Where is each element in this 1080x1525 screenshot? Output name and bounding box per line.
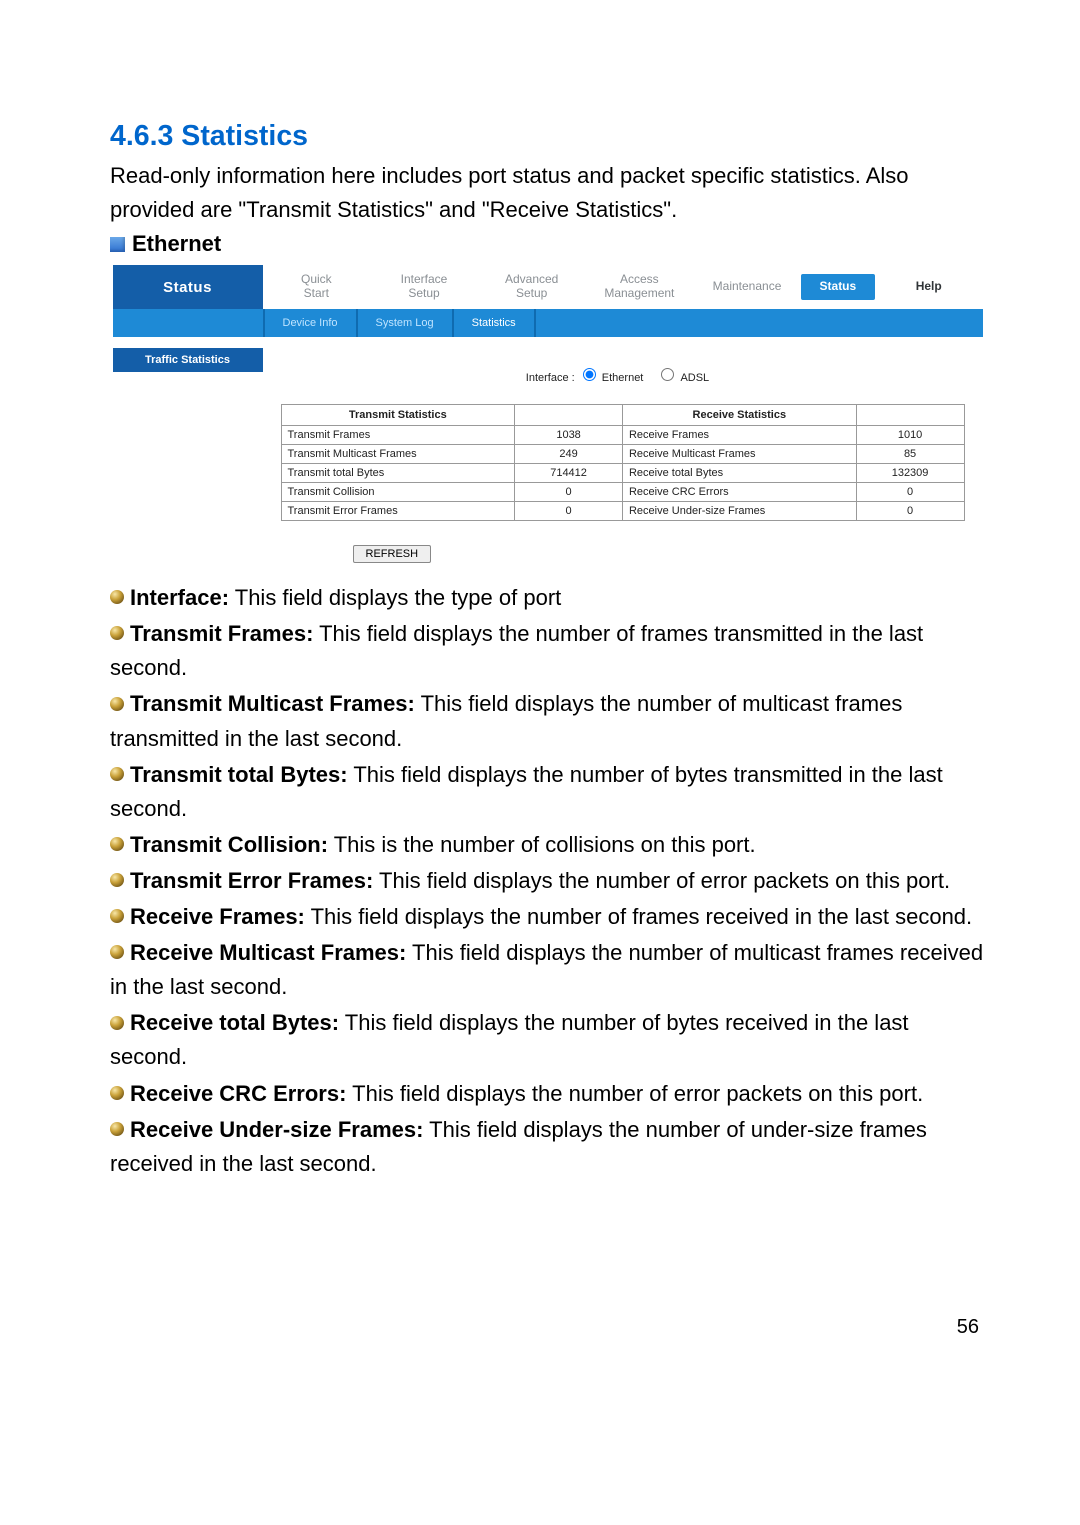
col-transmit-value: [515, 405, 623, 426]
cell-tx-value: 0: [515, 502, 623, 521]
radio-ethernet[interactable]: [583, 368, 596, 381]
tab-status[interactable]: Status: [801, 274, 875, 300]
term: Transmit total Bytes:: [130, 762, 348, 787]
sphere-bullet-icon: [110, 590, 124, 604]
table-row: Transmit total Bytes 714412 Receive tota…: [281, 464, 964, 483]
sphere-bullet-icon: [110, 767, 124, 781]
desc: This is the number of collisions on this…: [328, 832, 756, 857]
table-row: Transmit Frames 1038 Receive Frames 1010: [281, 426, 964, 445]
cell-tx-label: Transmit Error Frames: [281, 502, 515, 521]
radio-adsl[interactable]: [661, 368, 674, 381]
cell-rx-value: 1010: [856, 426, 964, 445]
cell-rx-value: 132309: [856, 464, 964, 483]
cell-tx-label: Transmit Collision: [281, 483, 515, 502]
sphere-bullet-icon: [110, 1016, 124, 1030]
sphere-bullet-icon: [110, 1122, 124, 1136]
tab-access-mgmt[interactable]: Access Management: [586, 268, 694, 306]
sphere-bullet-icon: [110, 909, 124, 923]
explanations-list: Interface: This field displays the type …: [110, 581, 985, 1181]
sphere-bullet-icon: [110, 1086, 124, 1100]
radio-ethernet-label: Ethernet: [602, 372, 644, 384]
traffic-statistics-side-header: Traffic Statistics: [113, 347, 263, 372]
sphere-bullet-icon: [110, 873, 124, 887]
tab-advanced-setup[interactable]: Advanced Setup: [478, 268, 586, 306]
interface-label: Interface :: [526, 372, 575, 384]
section-intro-text: Read-only information here includes port…: [110, 159, 985, 227]
tab-quick-start[interactable]: Quick Start: [263, 268, 371, 306]
desc: This field displays the type of port: [229, 585, 561, 610]
subtab-device-info[interactable]: Device Info: [263, 309, 358, 337]
cell-rx-label: Receive Multicast Frames: [622, 445, 856, 464]
desc: This field displays the number of frames…: [305, 904, 972, 929]
cell-rx-label: Receive CRC Errors: [622, 483, 856, 502]
desc: This field displays the number of error …: [373, 868, 950, 893]
term: Interface:: [130, 585, 229, 610]
cell-rx-label: Receive Frames: [622, 426, 856, 445]
table-row: Transmit Error Frames 0 Receive Under-si…: [281, 502, 964, 521]
subtab-statistics[interactable]: Statistics: [454, 309, 536, 337]
cell-tx-label: Transmit Frames: [281, 426, 515, 445]
ethernet-label: Ethernet: [132, 231, 221, 257]
col-transmit-statistics: Transmit Statistics: [281, 405, 515, 426]
square-bullet-icon: [110, 237, 125, 252]
router-status-panel: Status Quick Start Interface Setup Advan…: [113, 265, 983, 563]
subtab-system-log[interactable]: System Log: [358, 309, 454, 337]
term: Receive Multicast Frames:: [130, 940, 406, 965]
tab-interface-setup[interactable]: Interface Setup: [370, 268, 478, 306]
status-heading: Status: [113, 265, 263, 309]
cell-tx-value: 249: [515, 445, 623, 464]
desc: This field displays the number of error …: [346, 1081, 923, 1106]
cell-tx-value: 1038: [515, 426, 623, 445]
sphere-bullet-icon: [110, 626, 124, 640]
cell-rx-label: Receive total Bytes: [622, 464, 856, 483]
ethernet-subheading: Ethernet: [110, 231, 985, 257]
cell-tx-label: Transmit Multicast Frames: [281, 445, 515, 464]
cell-rx-value: 0: [856, 483, 964, 502]
col-receive-statistics: Receive Statistics: [622, 405, 856, 426]
table-row: Transmit Collision 0 Receive CRC Errors …: [281, 483, 964, 502]
term: Receive Under-size Frames:: [130, 1117, 423, 1142]
interface-selector: Interface : Ethernet ADSL: [281, 365, 965, 384]
sphere-bullet-icon: [110, 837, 124, 851]
tab-maintenance[interactable]: Maintenance: [693, 275, 801, 299]
statistics-table: Transmit Statistics Receive Statistics T…: [281, 404, 965, 521]
term: Transmit Multicast Frames:: [130, 691, 415, 716]
radio-adsl-label: ADSL: [680, 372, 709, 384]
sphere-bullet-icon: [110, 945, 124, 959]
cell-tx-value: 714412: [515, 464, 623, 483]
col-receive-value: [856, 405, 964, 426]
page-number: 56: [110, 1316, 985, 1339]
term: Transmit Error Frames:: [130, 868, 373, 893]
sphere-bullet-icon: [110, 697, 124, 711]
tab-help[interactable]: Help: [875, 275, 983, 299]
table-row: Transmit Multicast Frames 249 Receive Mu…: [281, 445, 964, 464]
cell-rx-label: Receive Under-size Frames: [622, 502, 856, 521]
term: Receive CRC Errors:: [130, 1081, 346, 1106]
cell-tx-value: 0: [515, 483, 623, 502]
term: Receive Frames:: [130, 904, 305, 929]
cell-rx-value: 0: [856, 502, 964, 521]
term: Transmit Collision:: [130, 832, 328, 857]
term: Transmit Frames:: [130, 621, 313, 646]
section-heading: 4.6.3 Statistics: [110, 120, 985, 153]
refresh-button[interactable]: REFRESH: [353, 545, 432, 563]
cell-rx-value: 85: [856, 445, 964, 464]
term: Receive total Bytes:: [130, 1010, 339, 1035]
cell-tx-label: Transmit total Bytes: [281, 464, 515, 483]
